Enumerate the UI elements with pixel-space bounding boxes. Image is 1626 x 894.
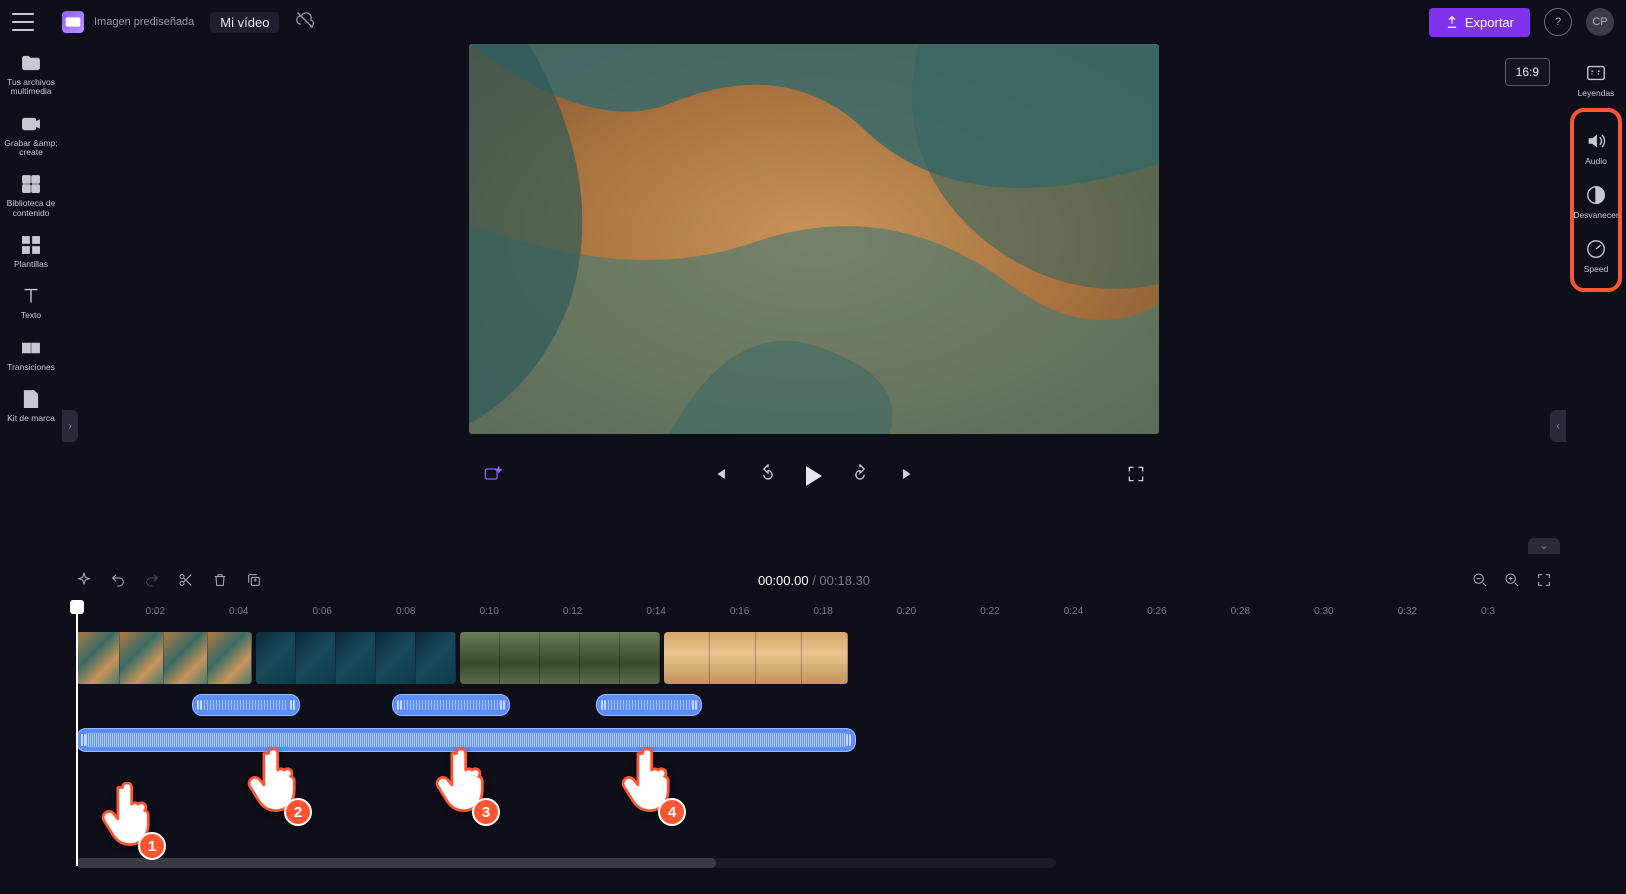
timeline-scrollbar[interactable] [76,858,1056,868]
skip-start-icon[interactable] [710,464,730,489]
sidebar-item-brand-kit[interactable]: Kit de marca [7,388,55,423]
video-clip[interactable] [664,632,848,684]
video-preview[interactable] [469,44,1159,434]
rs-item-captions[interactable]: Leyendas [1574,56,1619,104]
split-icon[interactable] [178,572,194,588]
help-icon[interactable]: ? [1544,8,1572,36]
brand-sub: Imagen prediseñada [94,16,194,28]
ai-sparkle-icon[interactable] [482,464,502,489]
app-logo-icon [62,11,84,33]
skip-end-icon[interactable] [898,464,918,489]
video-clip[interactable] [460,632,660,684]
export-button[interactable]: Exportar [1429,8,1530,37]
header: Imagen prediseñada Mi vídeo Exportar ? C… [0,0,1626,44]
sfx-track [76,694,1566,716]
sfx-clip[interactable] [192,694,300,716]
sidebar-item-transitions[interactable]: Transiciones [7,337,55,372]
timeline-ruler[interactable]: 00:020:040:060:080:100:120:140:160:180:2… [62,600,1566,622]
rewind-icon[interactable] [758,464,778,489]
forward-icon[interactable] [850,464,870,489]
timeline-toolbar: 00:00.00 / 00:18.30 [62,560,1566,600]
delete-icon[interactable] [212,572,228,588]
brand: Imagen prediseñada Mi vídeo [62,11,279,33]
zoom-fit-icon[interactable] [1536,572,1552,588]
zoom-out-icon[interactable] [1472,572,1488,588]
main-area [62,44,1566,544]
right-sidebar: Leyendas Audio Desvanecer Speed [1566,44,1626,894]
project-name-input[interactable]: Mi vídeo [210,12,279,33]
sidebar-item-templates[interactable]: Plantillas [14,234,48,269]
redo-icon[interactable] [144,572,160,588]
timeline-timecode: 00:00.00 / 00:18.30 [758,573,870,588]
preview-image [469,44,1159,434]
undo-icon[interactable] [110,572,126,588]
left-sidebar: Tus archivos multimedia Grabar &amp; cre… [0,44,62,894]
sidebar-item-media[interactable]: Tus archivos multimedia [2,52,60,97]
playhead[interactable] [76,608,78,866]
play-button[interactable] [806,466,822,486]
sidebar-item-record[interactable]: Grabar &amp; create [2,113,60,158]
annotation-hand-pointer: 4 [618,748,678,818]
cloud-sync-off-icon[interactable] [295,10,315,35]
auto-tool-icon[interactable] [76,572,92,588]
sfx-clip[interactable] [392,694,510,716]
video-track [76,632,1566,684]
sidebar-item-text[interactable]: Texto [20,285,42,320]
duplicate-icon[interactable] [246,572,262,588]
annotation-highlight-box [1570,108,1622,292]
annotation-hand-pointer: 3 [432,748,492,818]
fullscreen-icon[interactable] [1126,464,1146,489]
player-controls [62,458,1566,494]
timeline-collapse-toggle[interactable]: ⌄ [1528,538,1560,554]
hamburger-menu-icon[interactable] [12,13,34,31]
sfx-clip[interactable] [596,694,702,716]
video-clip[interactable] [76,632,252,684]
sidebar-item-content-library[interactable]: Biblioteca de contenido [2,173,60,218]
timeline-section: ⌄ 00:00.00 / 00:18.30 00:020:040:060:080… [62,560,1566,894]
annotation-hand-pointer: 2 [244,748,304,818]
zoom-in-icon[interactable] [1504,572,1520,588]
avatar[interactable]: CP [1586,8,1614,36]
video-clip[interactable] [256,632,456,684]
timeline-tracks: 1 2 3 4 [62,632,1566,872]
annotation-hand-pointer: 1 [98,782,158,852]
